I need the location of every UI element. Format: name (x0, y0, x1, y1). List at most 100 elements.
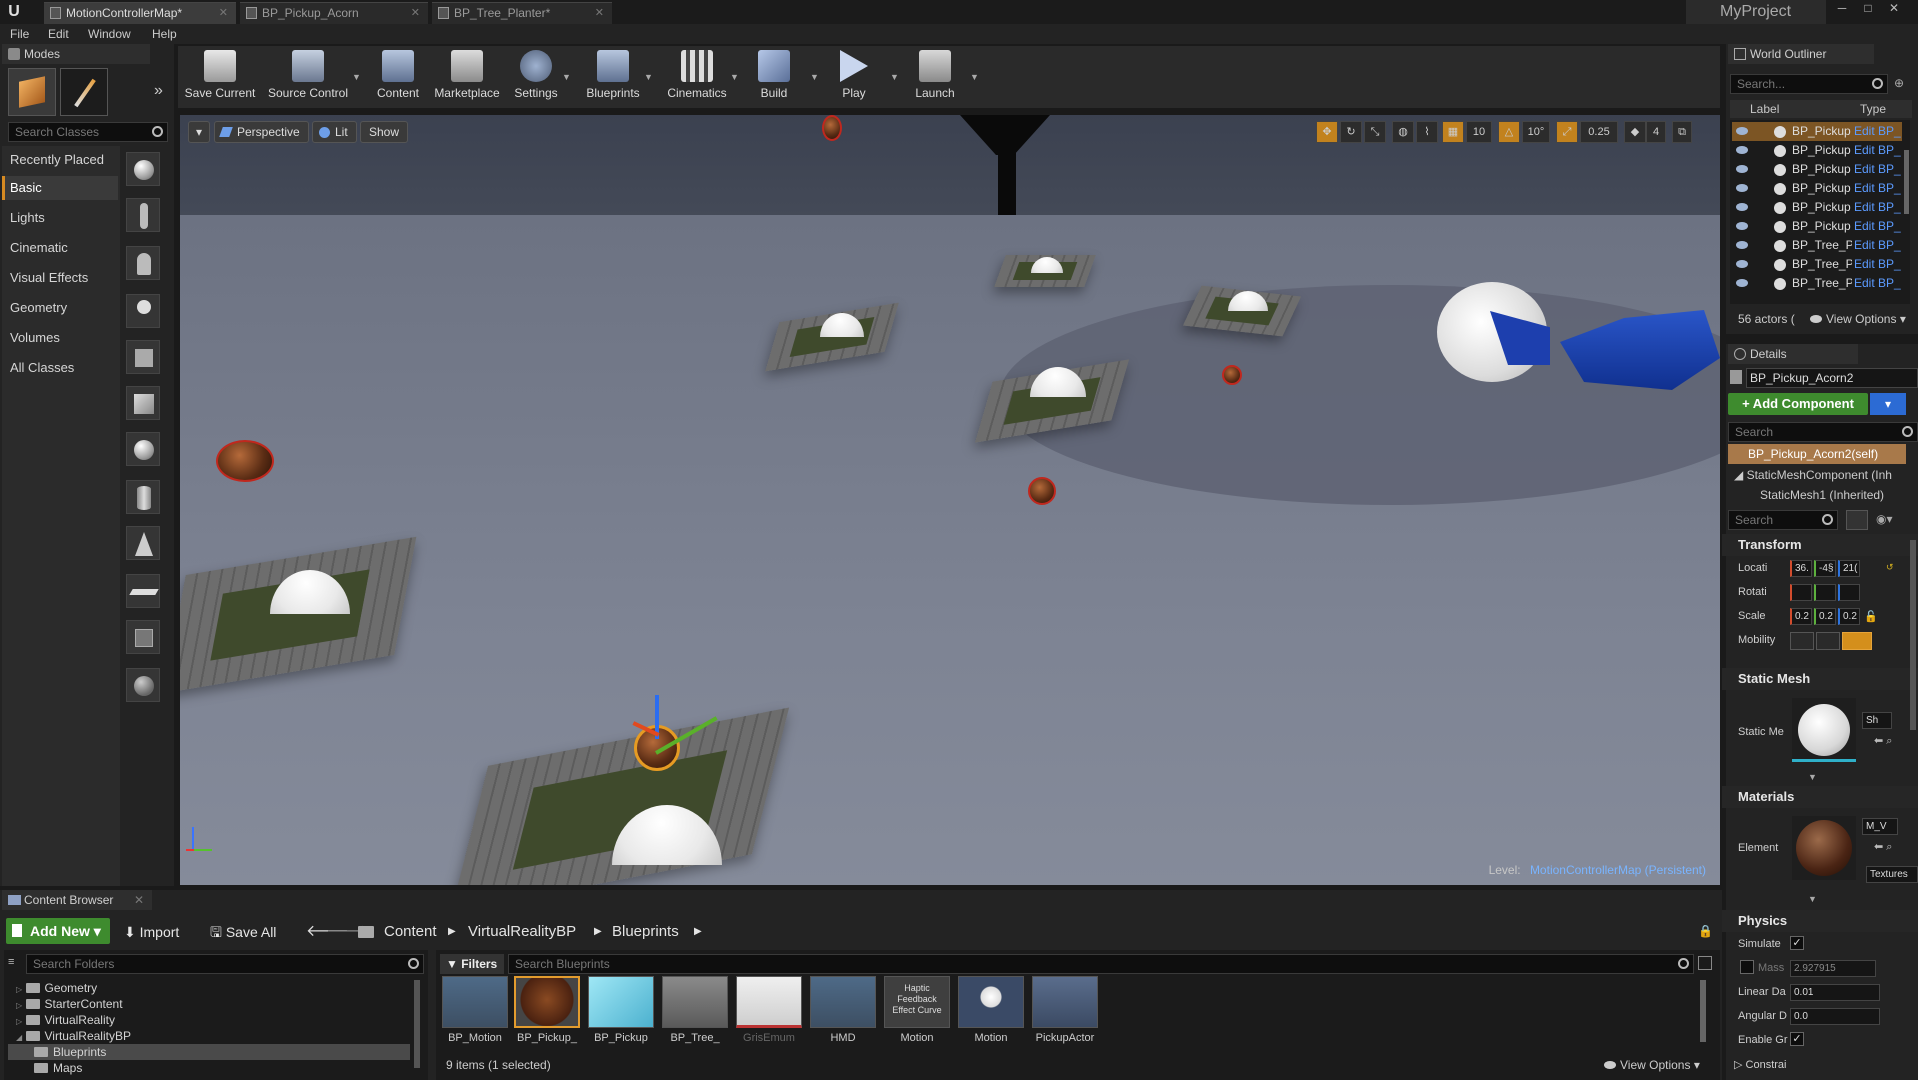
category-volumes[interactable]: Volumes (2, 326, 118, 350)
filters-dropdown[interactable]: ▼ Filters ▾ (440, 954, 504, 991)
eye-icon[interactable] (1736, 241, 1748, 249)
viewport-options-dropdown[interactable]: ▾ (188, 121, 210, 143)
sphere-trigger-icon[interactable] (126, 668, 160, 702)
eye-icon[interactable] (1736, 203, 1748, 211)
asset-bp-pickup[interactable]: BP_Pickup (588, 976, 654, 1048)
constraints-row[interactable]: ▷ Constrai (1734, 1058, 1786, 1071)
asset-grisemum[interactable]: GrisEmum (736, 976, 802, 1048)
lit-button[interactable]: Lit (312, 121, 357, 143)
marketplace-button[interactable]: Marketplace (430, 48, 504, 106)
category-cinematic[interactable]: Cinematic (2, 236, 118, 260)
close-icon[interactable]: ✕ (595, 3, 604, 23)
lock-scale-icon[interactable]: 🔓 (1864, 610, 1878, 623)
scale-z-field[interactable]: 0.2 (1838, 608, 1860, 625)
close-icon[interactable]: ✕ (219, 3, 228, 23)
details-search-input[interactable]: Search (1728, 510, 1838, 530)
tab-motioncontrollermap[interactable]: MotionControllerMap* ✕ (44, 2, 236, 24)
breadcrumb-content[interactable]: Content (384, 920, 437, 944)
material-dropdown[interactable]: M_V (1862, 818, 1898, 835)
outliner-search-input[interactable]: Search... (1730, 74, 1888, 94)
mobility-static-button[interactable] (1790, 632, 1814, 650)
menu-window[interactable]: Window (88, 24, 131, 44)
visibility-options-icon[interactable]: ◉▾ (1876, 512, 1898, 528)
mobility-movable-button[interactable] (1842, 632, 1872, 650)
save-all-button[interactable]: 🖫 Save All (210, 920, 276, 944)
folder-startercontent[interactable]: ▷ StarterContent (16, 996, 123, 1012)
tab-bp-tree-planter[interactable]: BP_Tree_Planter* ✕ (432, 2, 612, 24)
search-blueprints-input[interactable]: Search Blueprints (508, 954, 1694, 974)
asset-bp-pickup-acorn[interactable]: BP_Pickup_ (514, 976, 580, 1048)
eye-icon[interactable] (1736, 184, 1748, 192)
mass-override-checkbox[interactable] (1740, 960, 1754, 974)
eye-icon[interactable] (1736, 127, 1748, 135)
character-icon[interactable] (126, 198, 160, 232)
launch-dropdown-icon[interactable]: ▼ (970, 72, 979, 82)
eye-icon[interactable] (1736, 222, 1748, 230)
linear-damping-field[interactable]: 0.01 (1790, 984, 1880, 1001)
expand-icon[interactable]: ▼ (1808, 894, 1817, 904)
asset-hmd[interactable]: HMD (810, 976, 876, 1048)
eye-icon[interactable] (1736, 146, 1748, 154)
world-space-icon[interactable]: ◍ (1392, 121, 1414, 143)
eye-icon[interactable] (1736, 279, 1748, 287)
source-control-button[interactable]: Source Control (264, 48, 352, 106)
empty-actor-icon[interactable] (126, 152, 160, 186)
reset-location-icon[interactable]: ↺ (1886, 562, 1896, 572)
blueprints-button[interactable]: Blueprints (578, 48, 648, 106)
outliner-row[interactable]: BP_Pickup Edit BP_ (1732, 122, 1902, 141)
acorn-pickup[interactable] (822, 115, 842, 141)
show-button[interactable]: Show (360, 121, 409, 143)
outliner-view-options[interactable]: View Options ▾ (1810, 312, 1906, 326)
minimize-button[interactable]: ─ (1830, 0, 1854, 18)
self-component-row[interactable]: BP_Pickup_Acorn2(self) (1728, 444, 1906, 464)
mass-field[interactable]: 2.927915 (1790, 960, 1876, 977)
maximize-button[interactable]: □ (1856, 0, 1880, 18)
row-type-link[interactable]: Edit BP_ (1854, 122, 1901, 141)
tab-bp-pickup-acorn[interactable]: BP_Pickup_Acorn ✕ (240, 2, 428, 24)
folder-geometry[interactable]: ▷ Geometry (16, 980, 97, 996)
level-viewport[interactable]: ▾ Perspective Lit Show ✥ ↻ ⤡ ◍ ⌇ ▦ 10 △ … (180, 115, 1720, 885)
row-type-link[interactable]: Edit BP_ (1854, 160, 1901, 179)
asset-view-options[interactable]: View Options ▾ (1604, 1058, 1700, 1072)
outliner-row[interactable]: BP_Pickup Edit BP_ (1732, 198, 1902, 217)
eye-icon[interactable] (1736, 260, 1748, 268)
close-button[interactable]: ✕ (1882, 0, 1906, 18)
location-z-field[interactable]: 21( (1838, 560, 1860, 577)
blueprint-options-button[interactable]: ▾ (1870, 393, 1906, 415)
more-modes-icon[interactable]: » (154, 82, 163, 100)
category-basic[interactable]: Basic (2, 176, 118, 200)
eye-icon[interactable] (1736, 165, 1748, 173)
play-dropdown-icon[interactable]: ▼ (890, 72, 899, 82)
cinematics-dropdown-icon[interactable]: ▼ (730, 72, 739, 82)
breadcrumb-separator-icon[interactable]: ▶ (694, 920, 702, 944)
materials-section-header[interactable]: Materials (1722, 786, 1918, 808)
asset-pickupactor[interactable]: PickupActor (1032, 976, 1098, 1048)
use-selected-icon[interactable]: ⬅ ⌕ (1874, 734, 1892, 748)
rotation-z-field[interactable] (1838, 584, 1860, 601)
property-matrix-icon[interactable] (1846, 510, 1868, 530)
mobility-stationary-button[interactable] (1816, 632, 1840, 650)
breadcrumb-separator-icon[interactable]: ▶ (594, 920, 602, 944)
acorn-pickup[interactable] (216, 440, 274, 482)
details-scrollbar[interactable] (1910, 540, 1916, 730)
location-x-field[interactable]: 36. (1790, 560, 1812, 577)
actor-name-field[interactable]: BP_Pickup_Acorn2 (1746, 368, 1918, 388)
row-type-link[interactable]: Edit BP_ (1854, 255, 1901, 274)
menu-edit[interactable]: Edit (48, 24, 69, 44)
breadcrumb-blueprints[interactable]: Blueprints (612, 920, 679, 944)
simulate-physics-checkbox[interactable]: ✓ (1790, 936, 1804, 950)
camera-speed-value[interactable]: 4 (1646, 121, 1666, 143)
rotate-tool-icon[interactable]: ↻ (1340, 121, 1362, 143)
outliner-scrollbar[interactable] (1904, 150, 1909, 214)
plane-icon[interactable] (126, 574, 160, 608)
folder-maps[interactable]: Maps (34, 1060, 82, 1076)
acorn-pickup[interactable] (1028, 477, 1056, 505)
asset-bp-motion[interactable]: BP_Motion (442, 976, 508, 1048)
pawn-icon[interactable] (126, 246, 160, 280)
maximize-viewport-icon[interactable]: ⧉ (1672, 121, 1692, 143)
row-type-link[interactable]: Edit BP_ (1854, 217, 1901, 236)
blueprints-dropdown-icon[interactable]: ▼ (644, 72, 653, 82)
asset-view-settings-icon[interactable] (1698, 956, 1712, 970)
physics-section-header[interactable]: Physics (1722, 910, 1918, 932)
row-type-link[interactable]: Edit BP_ (1854, 141, 1901, 160)
